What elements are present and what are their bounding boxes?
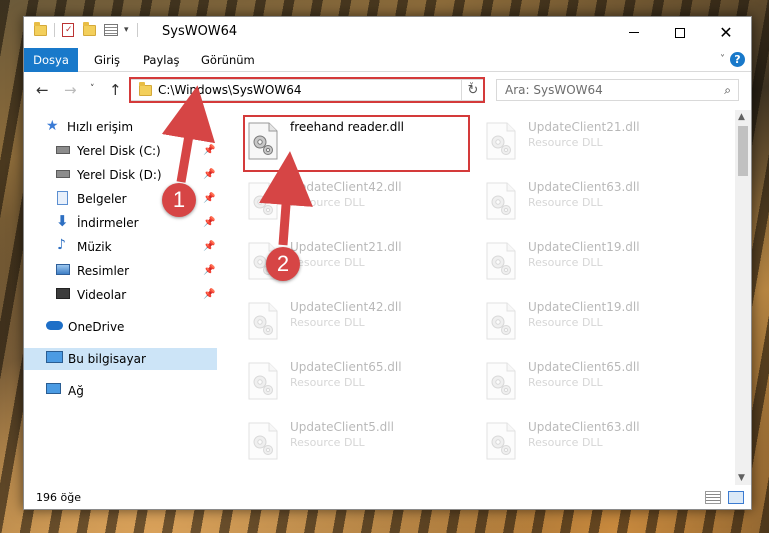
callout-step-2: 2 <box>266 247 300 281</box>
callout-step-1: 1 <box>162 183 196 217</box>
arrow-1 <box>161 85 216 183</box>
callout-arrows <box>161 85 313 246</box>
arrow-2 <box>259 151 313 246</box>
